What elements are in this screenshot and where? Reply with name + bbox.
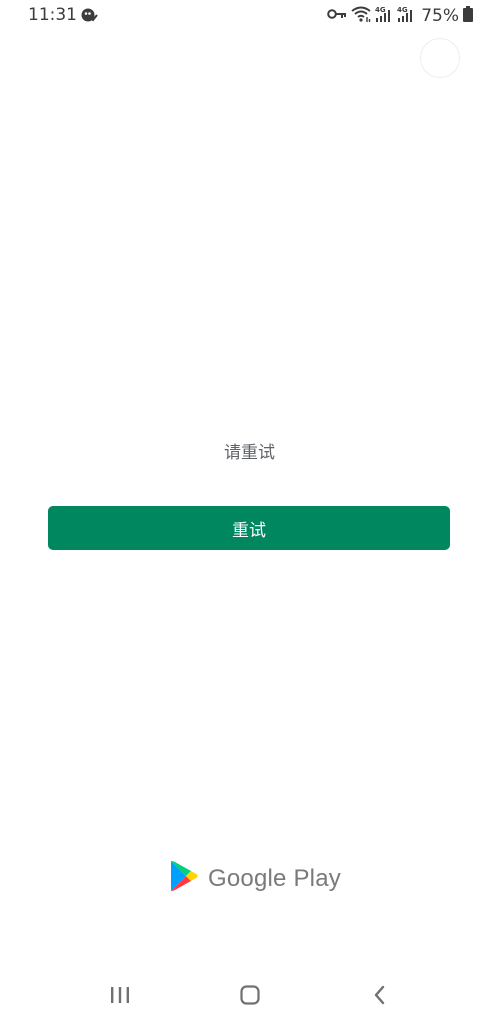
status-time: 11:31 bbox=[28, 5, 77, 25]
retry-button-label: 重试 bbox=[232, 520, 266, 541]
signal-4g-icon: 4G bbox=[397, 5, 415, 28]
google-play-icon bbox=[170, 860, 198, 897]
retry-button[interactable]: 重试 bbox=[48, 506, 450, 550]
recents-icon bbox=[109, 985, 131, 1010]
error-message: 请重试 bbox=[224, 443, 275, 463]
sync-check-icon bbox=[80, 6, 98, 24]
svg-text:4G: 4G bbox=[397, 6, 408, 14]
status-icons: 4G 4G 75% bbox=[327, 5, 473, 27]
status-bar: 11:31 4G 4G 75% bbox=[0, 0, 499, 32]
navigation-bar bbox=[0, 975, 499, 1019]
battery-icon bbox=[463, 5, 473, 27]
signal-4g-icon: 4G bbox=[375, 5, 393, 28]
home-icon bbox=[239, 984, 261, 1011]
vpn-key-icon bbox=[327, 7, 347, 25]
wifi-icon bbox=[351, 5, 371, 28]
svg-text:4G: 4G bbox=[375, 6, 386, 14]
back-button[interactable] bbox=[360, 981, 400, 1013]
google-play-wordmark: Google Play bbox=[208, 864, 341, 892]
home-button[interactable] bbox=[230, 981, 270, 1013]
google-play-logo: Google Play bbox=[170, 860, 341, 897]
recents-button[interactable] bbox=[100, 981, 140, 1013]
loading-indicator bbox=[420, 38, 460, 78]
back-icon bbox=[370, 984, 390, 1011]
battery-percent: 75% bbox=[421, 6, 459, 26]
